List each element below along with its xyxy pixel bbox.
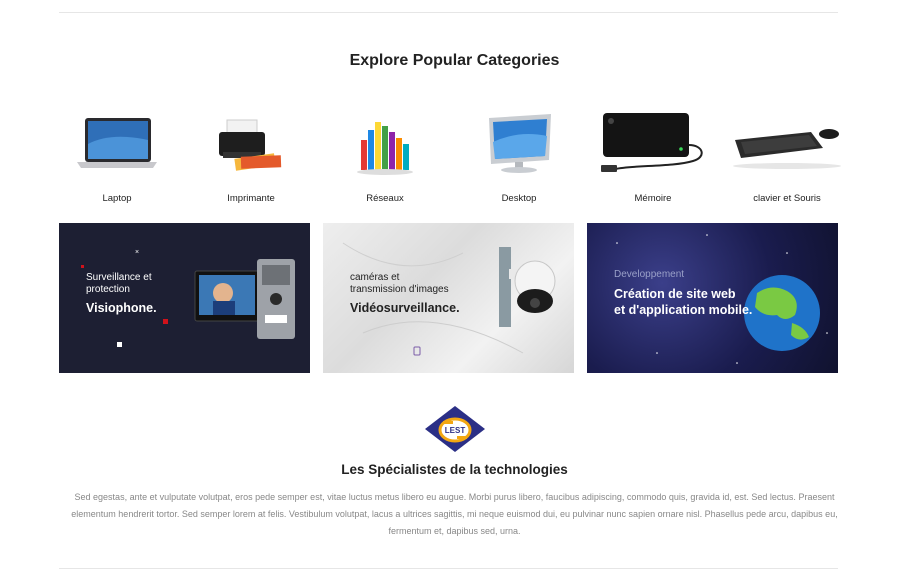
- category-memoire[interactable]: Mémoire: [588, 100, 718, 210]
- banner-title: Visiophone.: [86, 301, 157, 315]
- banner-subtitle: Developpement: [614, 269, 685, 280]
- section-title: Explore Popular Categories: [349, 52, 560, 69]
- dome-camera-illustration: [342, 242, 556, 356]
- category-reseaux[interactable]: Réseaux: [320, 100, 450, 210]
- banner-title: Création de site web: [614, 287, 736, 301]
- svg-text:LEST: LEST: [444, 426, 465, 435]
- keyboard-mouse-icon: [722, 100, 852, 188]
- category-label: Desktop: [501, 193, 537, 204]
- brand-description: Sed egestas, ante et vulputate volutpat,…: [71, 492, 838, 536]
- network-cables-icon: [320, 100, 450, 188]
- banner-visiophone[interactable]: × Surveillance et protection Visiophone.: [59, 223, 310, 373]
- category-label: clavier et Souris: [753, 193, 821, 204]
- desktop-monitor-icon: [454, 100, 584, 188]
- category-label: Mémoire: [634, 193, 672, 204]
- banner-subtitle: Surveillance et: [86, 272, 152, 283]
- top-divider: [59, 12, 838, 13]
- banner-title: et d'application mobile.: [614, 303, 753, 317]
- category-laptop[interactable]: Laptop: [52, 100, 182, 210]
- categories-row: Laptop Imprimante Réseaux Desktop Mémoir…: [52, 100, 852, 210]
- lest-logo-icon: LEST: [424, 406, 485, 452]
- laptop-icon: [52, 100, 182, 188]
- category-label: Réseaux: [366, 193, 404, 204]
- category-clavier-souris[interactable]: clavier et Souris: [722, 100, 852, 210]
- brand-section: LEST Les Spécialistes de la technologies…: [0, 404, 909, 540]
- intercom-illustration: ×: [81, 249, 295, 347]
- category-desktop[interactable]: Desktop: [454, 100, 584, 210]
- banner-developpement[interactable]: Developpement Création de site web et d'…: [587, 223, 838, 373]
- svg-text:×: ×: [135, 249, 139, 256]
- category-imprimante[interactable]: Imprimante: [186, 100, 316, 210]
- banner-videosurveillance[interactable]: caméras et transmission d'images Vidéosu…: [323, 223, 574, 373]
- external-drive-icon: [588, 100, 718, 188]
- brand-title: Les Spécialistes de la technologies: [341, 462, 568, 477]
- category-label: Imprimante: [227, 193, 275, 204]
- banner-title: Vidéosurveillance.: [350, 301, 460, 315]
- banner-subtitle: transmission d'images: [350, 284, 449, 295]
- banner-subtitle: caméras et: [350, 272, 400, 283]
- banner-subtitle: protection: [86, 284, 130, 295]
- category-label: Laptop: [102, 193, 132, 204]
- promo-banners: × Surveillance et protection Visiophone.…: [59, 223, 838, 373]
- bottom-divider: [59, 568, 838, 569]
- printer-icon: [186, 100, 316, 188]
